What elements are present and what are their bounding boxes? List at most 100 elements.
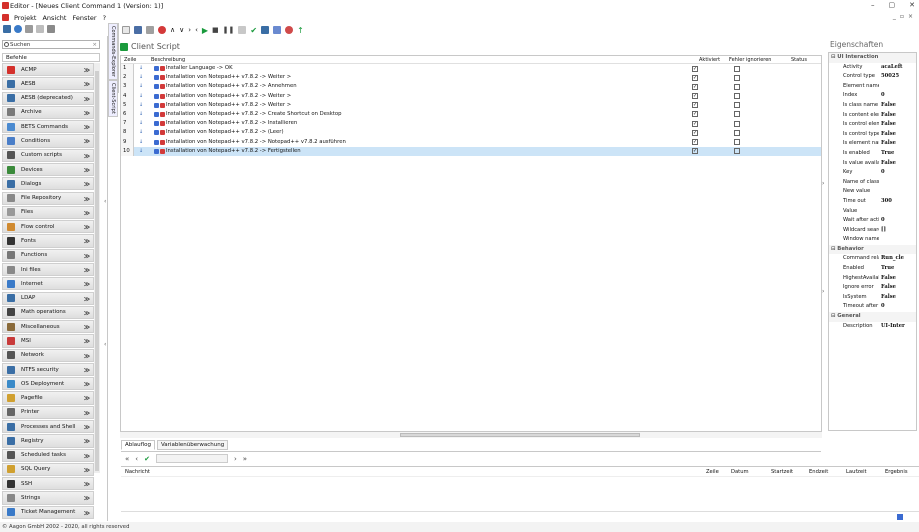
- command-group[interactable]: Printer ≫: [2, 405, 94, 419]
- expand-chevron-icon[interactable]: ≫: [84, 167, 90, 174]
- expand-chevron-icon[interactable]: ≫: [84, 224, 90, 231]
- collapse-left-icon[interactable]: ‹: [104, 341, 106, 348]
- log-col-message[interactable]: Nachricht: [121, 467, 706, 476]
- property-value[interactable]: [879, 207, 916, 217]
- expand-chevron-icon[interactable]: ≫: [84, 124, 90, 131]
- property-row[interactable]: Is element name avaFalse: [829, 139, 916, 149]
- commands-scrollbar[interactable]: [94, 63, 100, 473]
- command-group[interactable]: Files ≫: [2, 205, 94, 219]
- menu-projekt[interactable]: Projekt: [11, 14, 39, 22]
- maximize-button[interactable]: ▢: [889, 1, 896, 9]
- close-button[interactable]: ✕: [909, 1, 915, 9]
- property-row[interactable]: Key 0: [829, 168, 916, 178]
- ignore-error-checkbox[interactable]: [734, 83, 740, 90]
- property-value[interactable]: [879, 235, 916, 245]
- ignore-error-checkbox[interactable]: [734, 74, 740, 81]
- expand-chevron-icon[interactable]: ≫: [84, 238, 90, 245]
- property-row[interactable]: Window name: [829, 235, 916, 245]
- expand-chevron-icon[interactable]: ≫: [84, 310, 90, 317]
- property-row[interactable]: Is enabled True: [829, 149, 916, 159]
- property-row[interactable]: Name of class: [829, 178, 916, 188]
- menu-help[interactable]: ?: [100, 14, 109, 22]
- property-value[interactable]: 0: [879, 91, 916, 101]
- ignore-error-checkbox[interactable]: [734, 120, 740, 127]
- command-group[interactable]: Ini files ≫: [2, 262, 94, 277]
- property-value[interactable]: True: [879, 264, 916, 274]
- command-group[interactable]: Processes and Shell ≫: [2, 420, 94, 434]
- property-row[interactable]: Description UI-Inter: [829, 322, 916, 332]
- property-row[interactable]: Is content elementFalse: [829, 111, 916, 121]
- move-down-icon[interactable]: ∨: [179, 26, 184, 34]
- log-col-result[interactable]: Ergebnis: [885, 467, 915, 476]
- command-group[interactable]: Scheduled tasks ≫: [2, 448, 94, 462]
- cut-icon[interactable]: [134, 26, 142, 34]
- list-icon[interactable]: [36, 25, 44, 33]
- tab-client-script[interactable]: Client-Script: [108, 79, 118, 117]
- log-filter-input[interactable]: [155, 454, 228, 463]
- ignore-error-checkbox[interactable]: [734, 111, 740, 118]
- outdent-icon[interactable]: ‹: [195, 26, 198, 34]
- property-row[interactable]: IsSystem False: [829, 293, 916, 303]
- tab-ablauflog[interactable]: Ablauflog: [121, 440, 155, 450]
- property-row[interactable]: Is class name availalFalse: [829, 101, 916, 111]
- property-value[interactable]: 0: [879, 168, 916, 178]
- property-row[interactable]: Is control elementFalse: [829, 120, 916, 130]
- mdi-minimize-button[interactable]: _: [893, 13, 896, 20]
- expand-chevron-icon[interactable]: ≫: [84, 338, 90, 345]
- property-value[interactable]: False: [879, 120, 916, 130]
- property-row[interactable]: Index 0: [829, 91, 916, 101]
- col-active[interactable]: Aktiviert: [696, 56, 726, 63]
- property-row[interactable]: Is value availableFalse: [829, 159, 916, 169]
- expand-chevron-icon[interactable]: ≫: [84, 481, 90, 488]
- command-group[interactable]: Archive ≫: [2, 105, 94, 120]
- property-row[interactable]: Control type 50025: [829, 72, 916, 82]
- property-value[interactable]: UI-Inter: [879, 322, 916, 332]
- prev-icon[interactable]: ‹: [135, 455, 138, 463]
- command-group[interactable]: Devices ≫: [2, 162, 94, 177]
- command-group[interactable]: Ticket Management ≫: [2, 505, 94, 519]
- prop-category[interactable]: ⊟ UI Interaction: [829, 53, 916, 63]
- property-value[interactable]: Run_cle: [879, 254, 916, 264]
- log-col-start[interactable]: Startzeit: [771, 467, 809, 476]
- stop-icon[interactable]: ■: [212, 26, 219, 34]
- prop-category[interactable]: ⊟ Behavior: [829, 244, 916, 255]
- expand-chevron-icon[interactable]: ≫: [84, 110, 90, 117]
- active-checkbox[interactable]: ✓: [692, 148, 698, 155]
- log-col-line[interactable]: Zeile: [706, 467, 731, 476]
- property-value[interactable]: False: [879, 130, 916, 140]
- first-icon[interactable]: «: [125, 455, 129, 463]
- table-row[interactable]: 8 ↓ Installation von Notepad++ v7.8.2 -> (…: [121, 128, 821, 138]
- command-group[interactable]: NTFS security ≫: [2, 362, 94, 377]
- command-group[interactable]: Flow control ≫: [2, 220, 94, 234]
- save-icon[interactable]: [3, 25, 11, 33]
- log-col-date[interactable]: Datum: [731, 467, 771, 476]
- active-checkbox[interactable]: ✓: [692, 129, 698, 136]
- ignore-error-checkbox[interactable]: [734, 129, 740, 136]
- expand-chevron-icon[interactable]: ≫: [84, 296, 90, 303]
- command-group[interactable]: Registry ≫: [2, 434, 94, 448]
- property-row[interactable]: Timeout after 0: [829, 302, 916, 312]
- property-value[interactable]: 0: [879, 302, 916, 312]
- command-group[interactable]: SSH ≫: [2, 477, 94, 491]
- menu-fenster[interactable]: Fenster: [69, 14, 99, 22]
- command-group[interactable]: AESB ≫: [2, 77, 94, 91]
- prop-category[interactable]: ⊟ General: [829, 312, 916, 322]
- command-group[interactable]: Conditions ≫: [2, 134, 94, 148]
- expand-chevron-icon[interactable]: ≫: [84, 181, 90, 188]
- log-col-runtime[interactable]: Laufzeit: [846, 467, 885, 476]
- ignore-error-checkbox[interactable]: [734, 148, 740, 155]
- property-value[interactable]: False: [879, 111, 916, 121]
- command-group[interactable]: MSI ≫: [2, 334, 94, 348]
- next-icon[interactable]: ›: [234, 455, 237, 463]
- minimize-button[interactable]: –: [871, 1, 875, 9]
- expand-chevron-icon[interactable]: ≫: [84, 253, 90, 260]
- expand-chevron-icon[interactable]: ≫: [84, 324, 90, 331]
- col-ignore-error[interactable]: Fehler ignorieren: [726, 56, 788, 63]
- property-value[interactable]: False: [879, 159, 916, 169]
- expand-chevron-icon[interactable]: ≫: [84, 67, 90, 74]
- expand-chevron-icon[interactable]: ≫: [84, 381, 90, 388]
- expand-chevron-icon[interactable]: ≫: [84, 453, 90, 460]
- command-group[interactable]: OS Deployment ≫: [2, 377, 94, 391]
- table-row[interactable]: 5 ↓ Installation von Notepad++ v7.8.2 -> W…: [121, 100, 821, 110]
- collapse-right-icon[interactable]: ›: [822, 288, 824, 295]
